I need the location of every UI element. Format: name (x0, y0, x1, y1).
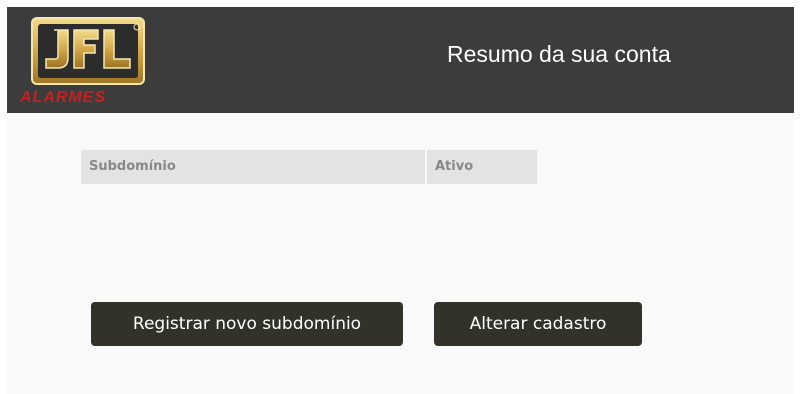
column-header-ativo: Ativo (427, 150, 537, 184)
column-header-subdominio: Subdomínio (81, 150, 425, 184)
register-subdomain-button[interactable]: Registrar novo subdomínio (91, 302, 403, 346)
page-title: Resumo da sua conta (447, 41, 671, 67)
logo-alarmes-text: ALARMES (19, 89, 106, 106)
subdomain-table: Subdomínio Ativo (81, 150, 537, 184)
edit-profile-button[interactable]: Alterar cadastro (434, 302, 642, 346)
jfl-logo[interactable]: ALARMES (10, 14, 148, 106)
header: ALARMES Resumo da sua conta (7, 7, 794, 113)
page: ALARMES Resumo da sua conta Subdomínio A… (7, 7, 794, 394)
